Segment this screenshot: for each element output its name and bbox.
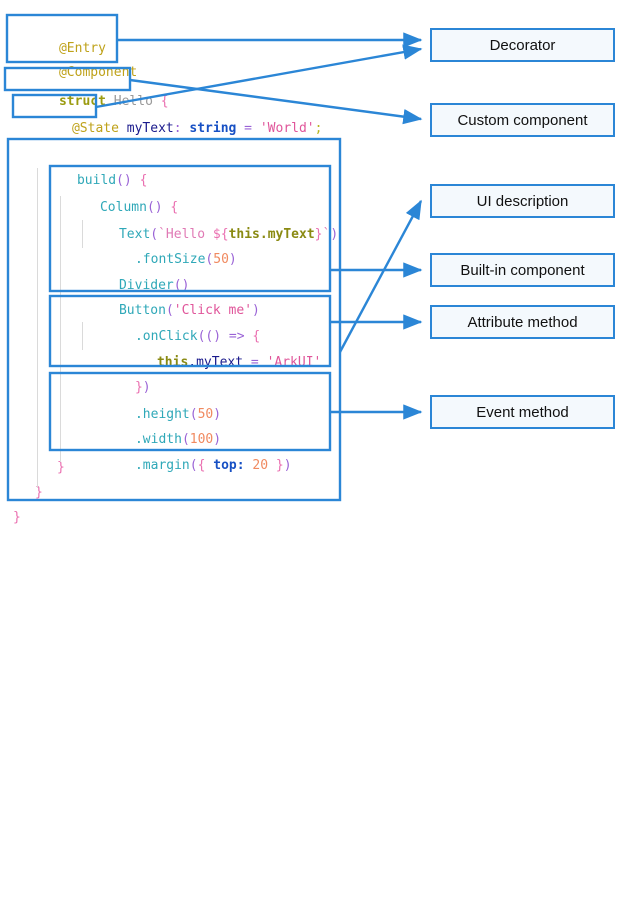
- indent-guide-3: [82, 220, 83, 248]
- label-attribute-method-text: Attribute method: [467, 314, 577, 331]
- margin-paren-close: ): [284, 458, 292, 473]
- label-ui-description-text: UI description: [477, 193, 569, 210]
- label-builtin-component[interactable]: Built-in component: [430, 253, 615, 287]
- indent-guide-2: [60, 196, 61, 462]
- indent-guide-1: [37, 168, 38, 488]
- assign-property: .myText: [188, 355, 243, 370]
- fontsize-paren-close: ): [229, 252, 237, 267]
- indent-guide-4: [82, 322, 83, 350]
- code-line-component: @Component: [12, 37, 137, 61]
- label-builtin-component-text: Built-in component: [460, 262, 584, 279]
- state-variable: myText: [127, 121, 174, 136]
- margin-value: 20: [245, 458, 276, 473]
- colon: :: [174, 121, 190, 136]
- assign-value: 'ArkUI': [267, 355, 322, 370]
- code-line-struct: struct Hello {: [12, 66, 169, 90]
- code-line-margin: .margin({ top: 20 }): [88, 430, 292, 454]
- label-event-method[interactable]: Event method: [430, 395, 615, 429]
- code-line-onclick: .onClick(() => {: [88, 301, 260, 325]
- label-decorator[interactable]: Decorator: [430, 28, 615, 62]
- code-line-assign: this.myText = 'ArkUI': [110, 327, 321, 351]
- code-line-column: Column() {: [53, 172, 178, 196]
- label-custom-component[interactable]: Custom component: [430, 103, 615, 137]
- code-line-state: @State myText: string = 'World';: [25, 93, 322, 117]
- code-block: @Entry @Component struct Hello { @State …: [0, 0, 420, 912]
- label-decorator-text: Decorator: [490, 37, 556, 54]
- code-line-height: .height(50): [88, 379, 221, 403]
- decorator-state: @State: [72, 121, 119, 136]
- equals: =: [236, 121, 259, 136]
- semicolon: ;: [315, 121, 323, 136]
- code-line-fontsize: .fontSize(50): [88, 224, 237, 248]
- interp-expression: this.myText: [229, 227, 315, 242]
- margin-brace-open: {: [198, 458, 214, 473]
- code-line-button: Button('Click me'): [72, 275, 260, 299]
- margin-key: top:: [213, 458, 244, 473]
- code-line-width: .width(100): [88, 404, 221, 428]
- margin-paren-open: (: [190, 458, 198, 473]
- fontsize-value: 50: [213, 252, 229, 267]
- label-event-method-text: Event method: [476, 404, 569, 421]
- state-sep: [119, 121, 127, 136]
- code-line-divider: Divider(): [72, 250, 189, 274]
- state-value: 'World': [260, 121, 315, 136]
- label-ui-description[interactable]: UI description: [430, 184, 615, 218]
- code-line-text: Text(`Hello ${this.myText}`): [72, 199, 338, 223]
- code-line-build: build() {: [30, 145, 147, 169]
- code-line-onclick-close: }): [88, 352, 151, 376]
- state-type: string: [189, 121, 236, 136]
- assign-this: this: [157, 355, 188, 370]
- text-paren-close: ): [330, 227, 338, 242]
- label-attribute-method[interactable]: Attribute method: [430, 305, 615, 339]
- code-line-close-struct: }: [13, 506, 21, 530]
- assign-equals: =: [243, 355, 266, 370]
- label-custom-component-text: Custom component: [457, 112, 587, 129]
- diagram-canvas: @Entry @Component struct Hello { @State …: [0, 0, 625, 530]
- margin-brace-close: }: [276, 458, 284, 473]
- code-line-entry: @Entry: [12, 13, 106, 37]
- margin-method: .margin: [135, 458, 190, 473]
